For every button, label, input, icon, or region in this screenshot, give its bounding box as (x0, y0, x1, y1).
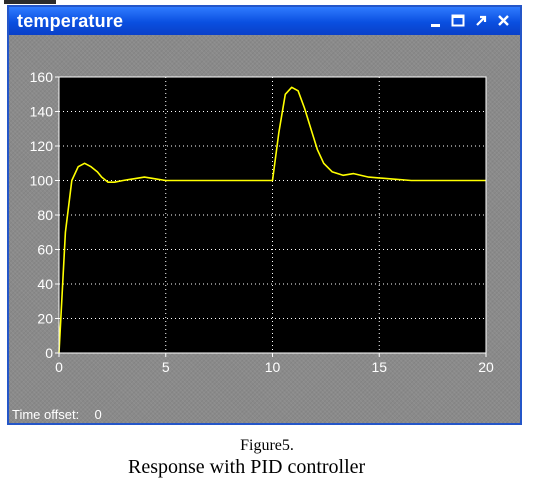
y-tick-label: 40 (37, 276, 53, 292)
y-tick-label: 60 (37, 242, 53, 258)
time-offset-value: 0 (94, 407, 102, 422)
time-offset-label: Time offset: (12, 407, 80, 422)
x-tick-label: 20 (478, 359, 494, 375)
x-tick-label: 5 (162, 359, 170, 375)
x-tick-label: 15 (371, 359, 387, 375)
restore-icon[interactable] (472, 12, 490, 30)
scope-plot: 0 20 40 60 80 100 120 140 160 0 5 10 15 20 (30, 69, 494, 375)
time-offset: Time offset: 0 (12, 407, 102, 422)
y-tick-label: 20 (37, 311, 53, 327)
figure-caption: Response with PID controller (128, 456, 366, 478)
x-tick-label: 10 (265, 359, 281, 375)
y-tick-label: 120 (30, 138, 54, 154)
maximize-icon[interactable] (449, 12, 467, 30)
y-tick-label: 140 (30, 104, 54, 120)
window-title: temperature (17, 11, 124, 31)
top-left-marker (4, 0, 56, 4)
y-tick-label: 160 (30, 69, 54, 85)
scope-window: temperature 0 20 40 60 80 100 120 140 160 0 5 10 15 2… (7, 5, 522, 425)
y-tick-label: 0 (45, 345, 53, 361)
figure-number: Figure5. (240, 437, 294, 454)
y-tick-label: 80 (37, 207, 53, 223)
minimize-icon[interactable] (427, 12, 445, 30)
close-icon[interactable] (495, 12, 513, 30)
title-bar[interactable]: temperature (9, 7, 520, 35)
x-tick-label: 0 (55, 359, 63, 375)
scope-client-area: 0 20 40 60 80 100 120 140 160 0 5 10 15 20 Time offse… (9, 35, 520, 423)
y-tick-label: 100 (30, 173, 54, 189)
